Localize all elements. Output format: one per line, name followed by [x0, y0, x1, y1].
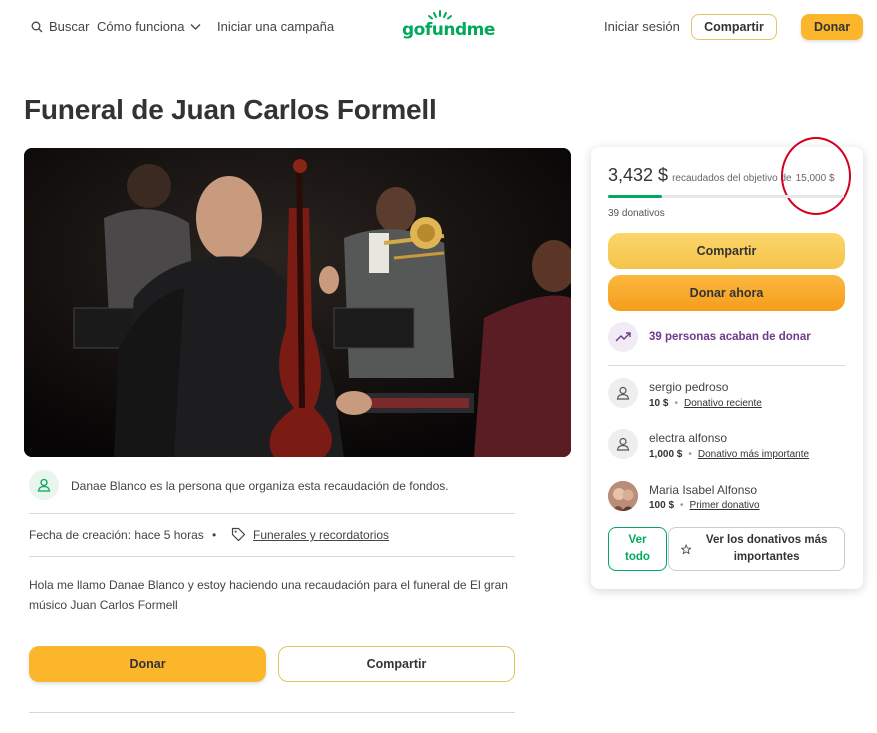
divider [29, 513, 515, 514]
how-it-works-menu[interactable]: Cómo funciona [97, 19, 201, 34]
how-it-works-label: Cómo funciona [97, 19, 185, 34]
see-all-button[interactable]: Ver todo [608, 527, 667, 571]
recent-donors-text: 39 personas acaban de donar [649, 331, 811, 343]
user-icon [616, 437, 630, 451]
card-share-button[interactable]: Compartir [608, 233, 845, 269]
donor-details: 100 $ • Primer donativo [649, 500, 760, 511]
campaign-photo [24, 148, 571, 457]
main-donate-button[interactable]: Donar [29, 646, 266, 682]
organizer-avatar [29, 470, 59, 500]
trending-badge [608, 322, 638, 352]
start-campaign-label: Iniciar una campaña [217, 19, 335, 34]
start-campaign-link[interactable]: Iniciar una campaña [217, 19, 334, 34]
separator-dot: • [212, 528, 217, 542]
tag-icon [231, 527, 246, 542]
campaign-description: Hola me llamo Danae Blanco y estoy hacie… [29, 578, 508, 612]
search-label: Buscar [49, 19, 90, 34]
donor-details: 10 $ • Donativo reciente [649, 398, 762, 409]
donations-count: 39 donativos [608, 208, 665, 219]
donate-now-button[interactable]: Donar ahora [608, 275, 845, 311]
donor-details: 1,000 $ • Donativo más importante [649, 449, 809, 460]
donor-name: sergio pedroso [649, 380, 729, 394]
trending-up-icon [615, 332, 631, 342]
header-share-button[interactable]: Compartir [691, 14, 777, 40]
header-donate-button[interactable]: Donar [801, 14, 863, 40]
page-title: Funeral de Juan Carlos Formell [24, 94, 437, 125]
donor-avatar [608, 378, 638, 408]
divider [29, 556, 515, 557]
divider [29, 712, 515, 713]
raised-summary: 3,432 $ recaudados del objetivo de 15,00… [608, 165, 835, 186]
sign-in-label: Iniciar sesión [604, 19, 680, 34]
raised-text: recaudados del objetivo de [672, 173, 792, 184]
search-icon [31, 21, 43, 32]
user-icon [616, 386, 630, 400]
donor-amount: 1,000 $ [649, 449, 683, 460]
chevron-down-icon [190, 23, 201, 30]
goal-amount: 15,000 $ [795, 173, 835, 184]
profile-photo-icon [608, 481, 638, 511]
top-donations-label: Ver los donativos más importantes [705, 534, 828, 563]
star-icon [681, 543, 692, 554]
search-link[interactable]: Buscar [31, 19, 89, 34]
top-donations-button[interactable]: Ver los donativos más importantes [668, 527, 845, 571]
separator-dot: • [688, 449, 692, 460]
category-link[interactable]: Funerales y recordatorios [253, 528, 389, 542]
divider [608, 365, 845, 366]
donor-avatar [608, 429, 638, 459]
created-date: Fecha de creación: hace 5 horas [29, 528, 204, 542]
sign-in-link[interactable]: Iniciar sesión [604, 19, 680, 34]
donor-name: electra alfonso [649, 431, 728, 445]
progress-fill [608, 195, 663, 198]
logo-sun-icon [428, 10, 452, 20]
gofundme-logo[interactable]: gofundme [402, 20, 495, 40]
organizer-text: Danae Blanco es la persona que organiza … [71, 479, 449, 493]
separator-dot: • [680, 500, 684, 511]
donor-tag-link[interactable]: Donativo más importante [698, 449, 809, 460]
donor-tag-link[interactable]: Primer donativo [690, 500, 760, 511]
donor-tag-link[interactable]: Donativo reciente [684, 398, 762, 409]
raised-amount: 3,432 $ [608, 165, 669, 185]
user-icon [37, 478, 51, 492]
donor-amount: 10 $ [649, 398, 669, 409]
donor-photo-avatar [608, 481, 638, 511]
separator-dot: • [674, 398, 678, 409]
donor-name: Maria Isabel Alfonso [649, 483, 758, 497]
main-share-button[interactable]: Compartir [278, 646, 515, 682]
donor-amount: 100 $ [649, 500, 675, 511]
progress-bar [608, 195, 844, 198]
